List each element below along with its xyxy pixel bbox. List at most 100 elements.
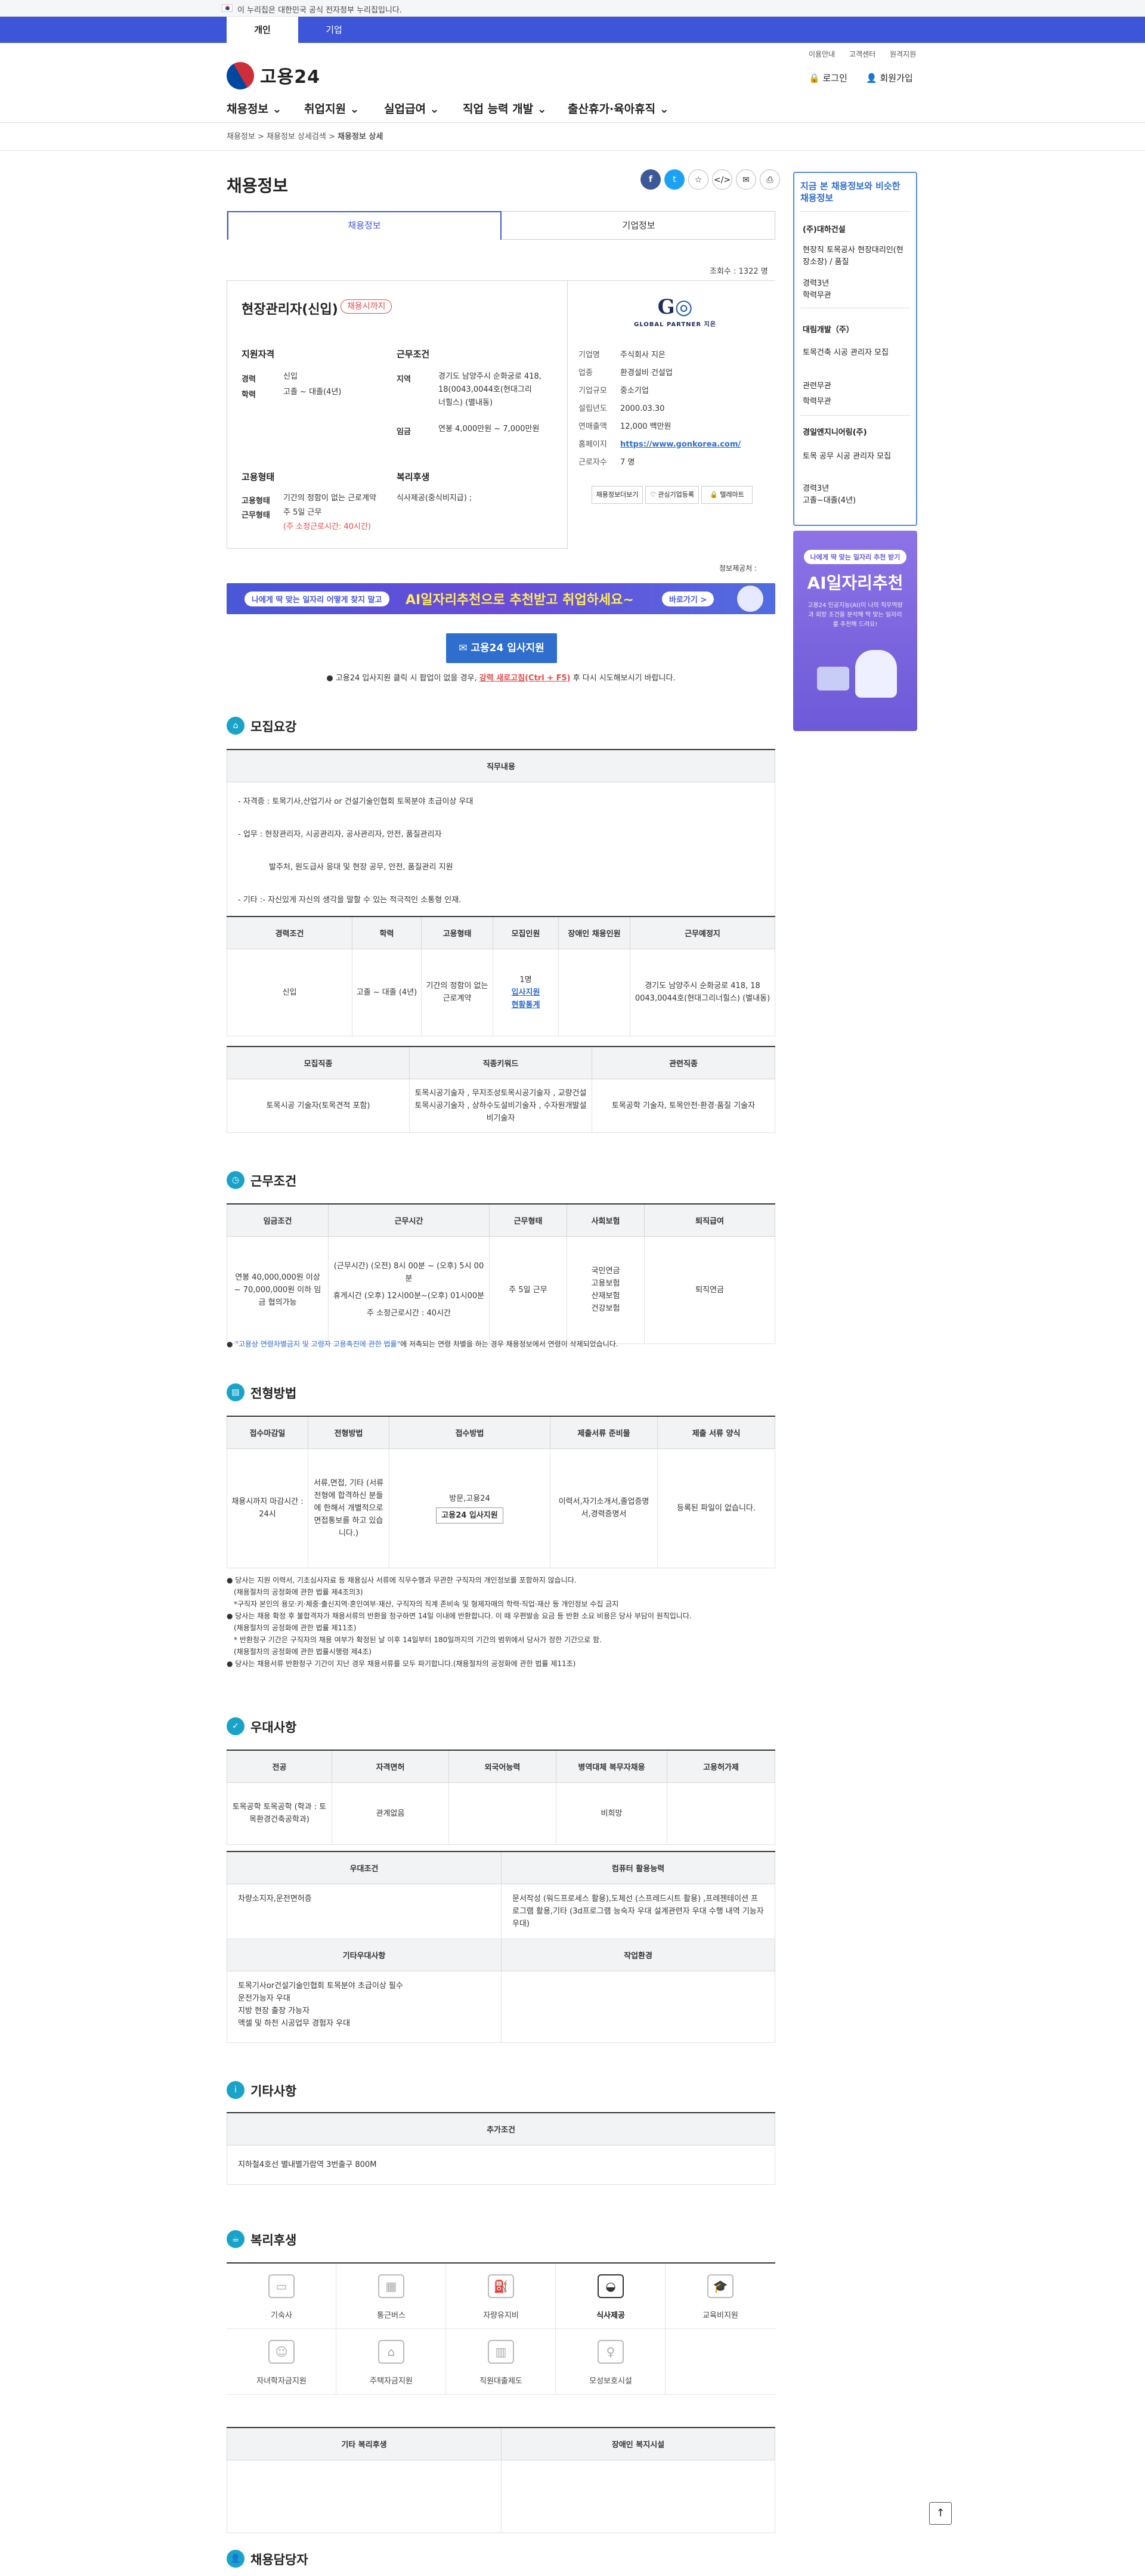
stats-link[interactable]: 현황통계 <box>497 999 555 1011</box>
col-header: 임금조건 <box>227 1203 329 1237</box>
gnb-skill-development[interactable]: 직업 능력 개발 ⌄ <box>463 100 547 116</box>
col-header: 접수방법 <box>389 1416 550 1449</box>
age-law-link[interactable]: "고용상 연령차별금지 및 고령자 고용촉진에 관한 법률" <box>235 1340 400 1348</box>
favorite-company-button[interactable]: ♡ 관심기업등록 <box>645 486 699 504</box>
gnb-jobs[interactable]: 채용정보 ⌄ <box>227 100 281 116</box>
work-value: 주 5일 근무 <box>283 508 322 517</box>
section-title-work: 근무조건 <box>250 1174 297 1188</box>
emp-heading: 고용형태 <box>242 472 275 482</box>
etc-line: 액셀 및 하천 시공업무 경험자 우대 <box>238 2018 351 2028</box>
cell-keyword: 토목시공기술자 , 무지조성토목시공기술자 , 교량건설토목시공기술자 , 상하… <box>409 1078 592 1133</box>
apply-note-pre: ● 고용24 입사지원 클릭 시 팝업이 없을 경우, <box>326 674 479 683</box>
selection-table: 접수마감일 전형방법 접수방법 제출서류 준비물 제출 서류 양식 채용시까지 … <box>227 1416 775 1568</box>
duty-line: 발주처, 원도급사 응대 및 현장 공무, 안전, 품질관리 지원 <box>269 862 453 872</box>
mail-icon[interactable]: ✉ <box>736 169 756 190</box>
company-info-panel: G◎ GLOBAL PARTNER 지은 기업명 주식회사 지은 업종 환경설비… <box>567 281 776 549</box>
twitter-icon[interactable]: t <box>664 169 685 190</box>
note-text: 당사는 채용 확정 후 불합격자가 채용서류의 반환을 청구하면 14일 이내에… <box>235 1612 692 1620</box>
note-item: ● 당사는 채용서류 반환청구 기간이 지난 경우 채용서류를 모두 파기합니다… <box>227 1659 576 1668</box>
receipt-apply-button[interactable]: 고용24 입사지원 <box>436 1507 503 1524</box>
lock-icon: 🔒 <box>710 491 718 499</box>
company-logo-text: GLOBAL PARTNER 지은 <box>634 321 716 328</box>
similar-job-company: 경일엔지니어링(주) <box>803 428 867 437</box>
code-icon[interactable]: </> <box>712 169 732 190</box>
info-provider: 정보제공처 : <box>719 564 757 572</box>
col-header: 작업환경 <box>501 1938 775 1971</box>
company-value: 중소기업 <box>620 386 649 395</box>
apply-note: ● 고용24 입사지원 클릭 시 팝업이 없을 경우, 강력 새로고침(Ctrl… <box>227 671 775 683</box>
telemart-button[interactable]: 🔒 텔레마트 <box>701 486 753 504</box>
welfare-mother: ♀ 모성보호시설 <box>556 2329 666 2395</box>
welfare-label: 자녀학자금지원 <box>256 2377 307 2386</box>
scroll-top-button[interactable]: ↑ <box>929 2502 952 2525</box>
gnb-label: 실업급여 <box>384 103 426 116</box>
star-icon[interactable]: ☆ <box>688 169 708 190</box>
col-header: 우대조건 <box>227 1851 502 1884</box>
korea-flag-icon <box>222 4 233 12</box>
col-header: 접수마감일 <box>227 1416 308 1449</box>
company-value: 2000.03.30 <box>620 404 665 413</box>
logo-text[interactable]: 고용24 <box>260 62 320 88</box>
more-jobs-button[interactable]: 채용정보더보기 <box>592 486 643 504</box>
note-text: 당사는 채용서류 반환청구 기간이 지난 경우 채용서류를 모두 파기합니다.(… <box>235 1659 576 1668</box>
similar-job-title[interactable]: 토목건축 시공 관리자 모집 <box>803 347 910 359</box>
banner-pill: 나에게 딱 맞는 일자리 어떻게 찾지 말고 <box>245 592 389 606</box>
note-law: (채용절차의 공정화에 관한 법률시행령 제4조) <box>234 1648 372 1656</box>
note-item: ● 당사는 지원 이력서, 기초심사자료 등 채용심사 서류에 직무수행과 무관… <box>227 1576 577 1584</box>
receipt-value: 방문,고용24 <box>449 1494 490 1503</box>
cell-disabled <box>558 948 630 1036</box>
insurance-item: 국민연금 <box>591 1267 620 1275</box>
similar-job-title[interactable]: 토목 공무 시공 관리자 모집 <box>803 451 910 463</box>
breadcrumb-item[interactable]: 채용정보 <box>227 132 255 141</box>
print-icon[interactable]: ⎙ <box>760 169 780 190</box>
welfare-dorm: ▭ 기숙사 <box>227 2264 336 2329</box>
apply-button[interactable]: ✉ 고용24 입사지원 <box>446 633 557 663</box>
region-value: 경기도 남양주시 순화궁로 418, <box>438 372 541 381</box>
util-guide-link[interactable]: 이용안내 <box>809 49 835 59</box>
duty-table: 직무내용 - 자격증 : 토목기사,산업기사 or 건설기술인협회 토목분야 초… <box>227 749 775 925</box>
col-header: 경력조건 <box>227 916 352 949</box>
login-button[interactable]: 🔒 로그인 <box>809 72 847 84</box>
gnb-label: 취업지원 <box>304 103 346 116</box>
contact-icon: 👤 <box>227 2550 245 2568</box>
similar-job-meta: 경력3년 <box>803 484 830 493</box>
wage-value: 연봉 4,000만원 ~ 7,000만원 <box>438 425 540 434</box>
insurance-item: 산재보험 <box>591 1292 620 1301</box>
bed-icon: ▭ <box>268 2274 295 2298</box>
tab-business[interactable]: 기업 <box>298 17 370 43</box>
gnb-unemployment[interactable]: 실업급여 ⌄ <box>384 100 439 116</box>
tab-personal[interactable]: 개인 <box>227 17 298 43</box>
job-title: 현장관리자(신입) <box>242 302 338 317</box>
tab-job-info[interactable]: 채용정보 <box>227 211 502 240</box>
work-hours: (주 소정근로시간: 40시간) <box>283 522 371 531</box>
cell-license: 관계없음 <box>332 1782 449 1845</box>
cell-receipt: 방문,고용24 고용24 입사지원 <box>389 1448 550 1568</box>
util-remote-link[interactable]: 원격지원 <box>890 49 916 59</box>
ai-recommend-ad[interactable]: 나에게 딱 맞는 일자리 추천 받기 AI일자리추천 고용24 인공지능(AI)… <box>793 531 917 731</box>
apply-status-link[interactable]: 입사지원 <box>497 986 555 999</box>
company-homepage-link[interactable]: https://www.gonkorea.com/ <box>620 438 741 451</box>
note-text: 당사는 지원 이력서, 기초심사자료 등 채용심사 서류에 직무수행과 무관한 … <box>235 1576 577 1584</box>
ai-banner[interactable]: 나에게 딱 맞는 일자리 어떻게 찾지 말고 AI일자리추천으로 추천받고 취업… <box>227 583 775 614</box>
view-count: 조회수 : 1322 명 <box>710 267 768 276</box>
cell-deadline: 채용시까지 마감시간 : 24시 <box>227 1448 308 1568</box>
col-header: 제출서류 준비물 <box>550 1416 658 1449</box>
col-header: 제출 서류 양식 <box>657 1416 775 1449</box>
gnb-parental-leave[interactable]: 출산휴가·육아휴직 ⌄ <box>568 100 669 116</box>
cell-place: 경기도 남양주시 순화궁로 418, 18 0043,0044호(현대그리너힐스… <box>630 948 775 1036</box>
company-key: 기업규모 <box>578 386 607 395</box>
breadcrumb-item[interactable]: 채용정보 상세검색 <box>267 132 326 141</box>
util-support-link[interactable]: 고객센터 <box>849 49 875 59</box>
tab-company-info[interactable]: 기업정보 <box>502 212 776 239</box>
facebook-icon[interactable]: f <box>640 169 661 190</box>
gnb-employment-support[interactable]: 취업지원 ⌄ <box>304 100 359 116</box>
company-logo: G◎ GLOBAL PARTNER 지은 <box>627 295 723 330</box>
logo-emblem-icon[interactable] <box>221 57 259 95</box>
similar-job-title[interactable]: 현장직 토목공사 현장대리인(현장소장) / 품질 <box>803 244 910 268</box>
signup-button[interactable]: 👤 회원가입 <box>866 72 913 84</box>
welfare-label: 교육비지원 <box>703 2311 738 2320</box>
company-value: 12,000 백만원 <box>620 422 671 431</box>
cell-edu: 고졸 ~ 대졸 (4년) <box>352 948 422 1036</box>
etc-line: 운전가능자 우대 <box>238 1993 290 2003</box>
banner-go-button[interactable]: 바로가기 > <box>662 592 714 606</box>
